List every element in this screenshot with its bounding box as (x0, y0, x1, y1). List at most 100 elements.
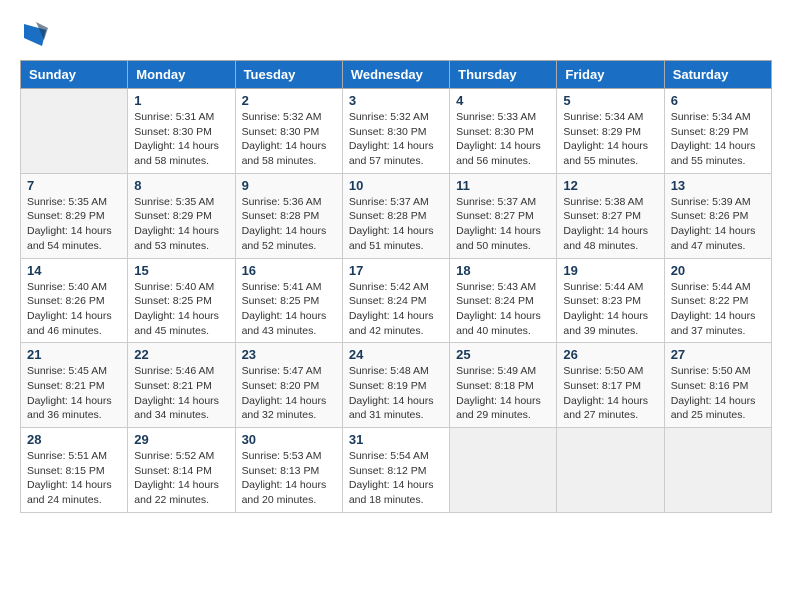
day-info: Sunrise: 5:37 AMSunset: 8:28 PMDaylight:… (349, 195, 443, 254)
calendar-cell: 25 Sunrise: 5:49 AMSunset: 8:18 PMDayligh… (450, 343, 557, 428)
calendar-cell: 12 Sunrise: 5:38 AMSunset: 8:27 PMDayligh… (557, 173, 664, 258)
day-number: 2 (242, 93, 336, 108)
calendar-cell (21, 89, 128, 174)
calendar-cell: 28 Sunrise: 5:51 AMSunset: 8:15 PMDayligh… (21, 428, 128, 513)
day-number: 26 (563, 347, 657, 362)
day-info: Sunrise: 5:38 AMSunset: 8:27 PMDaylight:… (563, 195, 657, 254)
calendar-cell: 21 Sunrise: 5:45 AMSunset: 8:21 PMDayligh… (21, 343, 128, 428)
day-number: 28 (27, 432, 121, 447)
day-info: Sunrise: 5:32 AMSunset: 8:30 PMDaylight:… (349, 110, 443, 169)
calendar-cell: 19 Sunrise: 5:44 AMSunset: 8:23 PMDayligh… (557, 258, 664, 343)
calendar-cell: 18 Sunrise: 5:43 AMSunset: 8:24 PMDayligh… (450, 258, 557, 343)
calendar-cell: 7 Sunrise: 5:35 AMSunset: 8:29 PMDaylight… (21, 173, 128, 258)
day-info: Sunrise: 5:53 AMSunset: 8:13 PMDaylight:… (242, 449, 336, 508)
calendar-cell: 14 Sunrise: 5:40 AMSunset: 8:26 PMDayligh… (21, 258, 128, 343)
calendar-cell: 31 Sunrise: 5:54 AMSunset: 8:12 PMDayligh… (342, 428, 449, 513)
calendar-cell: 15 Sunrise: 5:40 AMSunset: 8:25 PMDayligh… (128, 258, 235, 343)
calendar-week-row: 21 Sunrise: 5:45 AMSunset: 8:21 PMDayligh… (21, 343, 772, 428)
calendar-cell: 4 Sunrise: 5:33 AMSunset: 8:30 PMDaylight… (450, 89, 557, 174)
weekday-header: Monday (128, 61, 235, 89)
calendar-cell: 3 Sunrise: 5:32 AMSunset: 8:30 PMDaylight… (342, 89, 449, 174)
calendar-week-row: 28 Sunrise: 5:51 AMSunset: 8:15 PMDayligh… (21, 428, 772, 513)
day-info: Sunrise: 5:52 AMSunset: 8:14 PMDaylight:… (134, 449, 228, 508)
day-number: 15 (134, 263, 228, 278)
day-info: Sunrise: 5:39 AMSunset: 8:26 PMDaylight:… (671, 195, 765, 254)
calendar-cell: 13 Sunrise: 5:39 AMSunset: 8:26 PMDayligh… (664, 173, 771, 258)
weekday-header: Friday (557, 61, 664, 89)
day-info: Sunrise: 5:33 AMSunset: 8:30 PMDaylight:… (456, 110, 550, 169)
day-info: Sunrise: 5:41 AMSunset: 8:25 PMDaylight:… (242, 280, 336, 339)
day-info: Sunrise: 5:54 AMSunset: 8:12 PMDaylight:… (349, 449, 443, 508)
calendar: SundayMondayTuesdayWednesdayThursdayFrid… (20, 60, 772, 513)
calendar-cell: 27 Sunrise: 5:50 AMSunset: 8:16 PMDayligh… (664, 343, 771, 428)
day-info: Sunrise: 5:50 AMSunset: 8:17 PMDaylight:… (563, 364, 657, 423)
day-info: Sunrise: 5:44 AMSunset: 8:23 PMDaylight:… (563, 280, 657, 339)
calendar-week-row: 1Sunrise: 5:31 AMSunset: 8:30 PMDaylight… (21, 89, 772, 174)
calendar-week-row: 7 Sunrise: 5:35 AMSunset: 8:29 PMDaylight… (21, 173, 772, 258)
day-number: 13 (671, 178, 765, 193)
day-info: Sunrise: 5:35 AMSunset: 8:29 PMDaylight:… (134, 195, 228, 254)
day-number: 4 (456, 93, 550, 108)
day-info: Sunrise: 5:40 AMSunset: 8:26 PMDaylight:… (27, 280, 121, 339)
calendar-cell: 26 Sunrise: 5:50 AMSunset: 8:17 PMDayligh… (557, 343, 664, 428)
calendar-cell: 30 Sunrise: 5:53 AMSunset: 8:13 PMDayligh… (235, 428, 342, 513)
calendar-cell: 17 Sunrise: 5:42 AMSunset: 8:24 PMDayligh… (342, 258, 449, 343)
calendar-cell: 23 Sunrise: 5:47 AMSunset: 8:20 PMDayligh… (235, 343, 342, 428)
day-info: Sunrise: 5:48 AMSunset: 8:19 PMDaylight:… (349, 364, 443, 423)
day-number: 19 (563, 263, 657, 278)
day-number: 10 (349, 178, 443, 193)
calendar-cell: 8 Sunrise: 5:35 AMSunset: 8:29 PMDaylight… (128, 173, 235, 258)
day-info: Sunrise: 5:34 AMSunset: 8:29 PMDaylight:… (671, 110, 765, 169)
day-number: 9 (242, 178, 336, 193)
day-number: 24 (349, 347, 443, 362)
weekday-header: Saturday (664, 61, 771, 89)
day-info: Sunrise: 5:45 AMSunset: 8:21 PMDaylight:… (27, 364, 121, 423)
weekday-header: Thursday (450, 61, 557, 89)
calendar-cell (664, 428, 771, 513)
calendar-cell: 9Sunrise: 5:36 AMSunset: 8:28 PMDaylight… (235, 173, 342, 258)
day-number: 29 (134, 432, 228, 447)
day-number: 5 (563, 93, 657, 108)
day-number: 14 (27, 263, 121, 278)
day-number: 17 (349, 263, 443, 278)
calendar-cell: 10 Sunrise: 5:37 AMSunset: 8:28 PMDayligh… (342, 173, 449, 258)
day-info: Sunrise: 5:50 AMSunset: 8:16 PMDaylight:… (671, 364, 765, 423)
calendar-cell (450, 428, 557, 513)
calendar-week-row: 14 Sunrise: 5:40 AMSunset: 8:26 PMDayligh… (21, 258, 772, 343)
day-number: 21 (27, 347, 121, 362)
day-number: 20 (671, 263, 765, 278)
day-info: Sunrise: 5:44 AMSunset: 8:22 PMDaylight:… (671, 280, 765, 339)
day-number: 12 (563, 178, 657, 193)
day-info: Sunrise: 5:43 AMSunset: 8:24 PMDaylight:… (456, 280, 550, 339)
day-number: 6 (671, 93, 765, 108)
day-number: 25 (456, 347, 550, 362)
day-number: 16 (242, 263, 336, 278)
header (20, 20, 772, 50)
day-number: 31 (349, 432, 443, 447)
day-info: Sunrise: 5:37 AMSunset: 8:27 PMDaylight:… (456, 195, 550, 254)
day-info: Sunrise: 5:42 AMSunset: 8:24 PMDaylight:… (349, 280, 443, 339)
day-info: Sunrise: 5:31 AMSunset: 8:30 PMDaylight:… (134, 110, 228, 169)
calendar-cell (557, 428, 664, 513)
day-number: 18 (456, 263, 550, 278)
logo-icon (20, 20, 50, 50)
day-info: Sunrise: 5:35 AMSunset: 8:29 PMDaylight:… (27, 195, 121, 254)
day-info: Sunrise: 5:49 AMSunset: 8:18 PMDaylight:… (456, 364, 550, 423)
day-info: Sunrise: 5:40 AMSunset: 8:25 PMDaylight:… (134, 280, 228, 339)
day-info: Sunrise: 5:51 AMSunset: 8:15 PMDaylight:… (27, 449, 121, 508)
weekday-header: Sunday (21, 61, 128, 89)
weekday-header: Wednesday (342, 61, 449, 89)
weekday-header: Tuesday (235, 61, 342, 89)
day-number: 23 (242, 347, 336, 362)
day-number: 30 (242, 432, 336, 447)
day-number: 27 (671, 347, 765, 362)
calendar-cell: 29 Sunrise: 5:52 AMSunset: 8:14 PMDayligh… (128, 428, 235, 513)
day-info: Sunrise: 5:46 AMSunset: 8:21 PMDaylight:… (134, 364, 228, 423)
day-number: 3 (349, 93, 443, 108)
calendar-cell: 22Sunrise: 5:46 AMSunset: 8:21 PMDayligh… (128, 343, 235, 428)
day-info: Sunrise: 5:47 AMSunset: 8:20 PMDaylight:… (242, 364, 336, 423)
calendar-cell: 20 Sunrise: 5:44 AMSunset: 8:22 PMDayligh… (664, 258, 771, 343)
day-number: 7 (27, 178, 121, 193)
day-number: 8 (134, 178, 228, 193)
calendar-cell: 24 Sunrise: 5:48 AMSunset: 8:19 PMDayligh… (342, 343, 449, 428)
